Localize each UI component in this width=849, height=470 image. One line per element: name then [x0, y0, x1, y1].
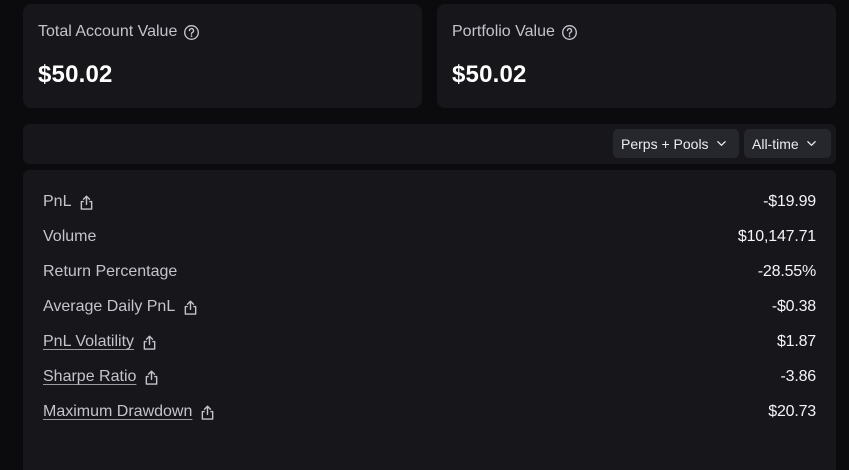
mode-dropdown-label: Perps + Pools [621, 135, 709, 152]
stat-row-volume: Volume $10,147.71 [43, 225, 816, 249]
stat-label: PnL [43, 193, 72, 210]
share-icon[interactable] [183, 299, 198, 316]
stat-label-group: Volume [43, 228, 96, 246]
stat-value: $10,147.71 [737, 228, 816, 245]
share-icon[interactable] [79, 194, 94, 211]
stat-label: Return Percentage [43, 263, 178, 280]
chevron-down-icon [806, 141, 816, 146]
total-account-value-label: Total Account Value [38, 23, 178, 40]
stat-label-group: Return Percentage [43, 263, 177, 281]
stat-link[interactable]: PnL Volatility [43, 333, 134, 351]
stat-row-sharpe-ratio: Sharpe Ratio -3.86 [43, 365, 816, 389]
stat-value: $20.73 [768, 403, 816, 420]
stat-label-group: Sharpe Ratio [43, 368, 159, 386]
stat-label-group: Maximum Drawdown [43, 403, 215, 421]
stats-panel: PnL -$19.99 Volume $10,147.71 Return Per… [23, 170, 836, 470]
time-range-dropdown[interactable]: All-time [744, 129, 831, 158]
stat-link[interactable]: Sharpe Ratio [43, 368, 136, 386]
portfolio-value-label: Portfolio Value [452, 23, 555, 40]
stat-row-pnl: PnL -$19.99 [43, 190, 816, 214]
total-account-value: $50.02 [38, 61, 113, 88]
stat-label: Volume [43, 228, 97, 245]
portfolio-value-card: Portfolio Value $50.02 [437, 4, 836, 108]
help-circle-icon[interactable] [561, 24, 578, 41]
mode-dropdown[interactable]: Perps + Pools [613, 129, 739, 158]
filter-bar: Perps + Pools All-time [23, 124, 836, 164]
stat-label: Average Daily PnL [43, 298, 176, 315]
stat-value: -$19.99 [763, 193, 816, 210]
stat-value: -3.86 [780, 368, 817, 385]
share-icon[interactable] [200, 404, 215, 421]
stat-value: -$0.38 [771, 298, 816, 315]
chevron-down-icon [716, 141, 726, 146]
stat-value: -28.55% [757, 263, 816, 280]
stat-label-group: PnL [43, 193, 94, 211]
portfolio-value: $50.02 [452, 61, 527, 88]
stat-row-average-daily-pnl: Average Daily PnL -$0.38 [43, 295, 816, 319]
stat-row-maximum-drawdown: Maximum Drawdown $20.73 [43, 400, 816, 424]
stat-label-group: PnL Volatility [43, 333, 157, 351]
share-icon[interactable] [144, 369, 159, 386]
share-icon[interactable] [142, 334, 157, 351]
total-account-value-card: Total Account Value $50.02 [23, 4, 422, 108]
stat-label-group: Average Daily PnL [43, 298, 198, 316]
time-range-dropdown-label: All-time [752, 135, 799, 152]
stat-row-return-percentage: Return Percentage -28.55% [43, 260, 816, 284]
stat-value: $1.87 [776, 333, 816, 350]
portfolio-value-label-group: Portfolio Value [452, 23, 578, 41]
stat-row-pnl-volatility: PnL Volatility $1.87 [43, 330, 816, 354]
help-circle-icon[interactable] [183, 24, 200, 41]
total-account-value-label-group: Total Account Value [38, 23, 200, 41]
stat-link[interactable]: Maximum Drawdown [43, 403, 192, 421]
